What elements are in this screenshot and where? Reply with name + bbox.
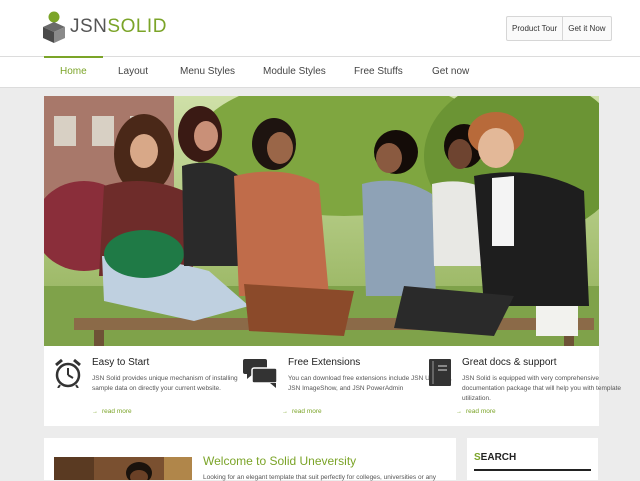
nav-item-menu-styles[interactable]: Menu Styles [180, 57, 235, 87]
nav-item-layout[interactable]: Layout [118, 57, 148, 87]
nav-item-module-styles[interactable]: Module Styles [263, 57, 326, 87]
feature-desc: JSN Solid provides unique mechanism of i… [92, 375, 238, 392]
get-it-now-button[interactable]: Get it Now [562, 17, 610, 40]
speech-bubbles-icon [243, 359, 278, 388]
feature-desc: JSN Solid is equipped with very comprehe… [462, 375, 621, 402]
feature-title: Free Extensions [288, 357, 361, 368]
nav-item-get-now[interactable]: Get now [432, 57, 469, 87]
read-more-link[interactable]: read more [456, 408, 496, 415]
header-button-group: Product Tour Get it Now [506, 16, 612, 41]
read-more-link[interactable]: read more [282, 408, 322, 415]
hero-students-photo [44, 96, 599, 346]
search-module: SEARCH [467, 438, 598, 480]
hero-slideshow[interactable] [44, 96, 599, 346]
logo-solid: SOLID [107, 16, 167, 37]
alarm-clock-icon [55, 358, 81, 388]
welcome-title: Welcome to Solid Uneversity [203, 454, 357, 468]
logo-cube-icon [43, 11, 65, 43]
search-heading-rest: EARCH [480, 452, 517, 463]
search-heading-first-letter: S [474, 452, 481, 463]
book-icon [429, 359, 451, 386]
nav-item-home[interactable]: Home [44, 56, 103, 87]
campus-photo [54, 457, 192, 480]
search-divider [474, 469, 591, 471]
logo-wordmark: JSNSOLID [70, 16, 167, 38]
search-heading: SEARCH [474, 452, 516, 463]
feature-title: Easy to Start [92, 357, 150, 368]
welcome-panel: Welcome to Solid Uneversity Looking for … [44, 438, 456, 481]
features-panel: Easy to Start JSN Solid provides unique … [44, 346, 621, 426]
main-nav: Home Layout Menu Styles Module Styles Fr… [0, 56, 640, 88]
read-more-link[interactable]: read more [92, 408, 132, 415]
product-tour-button[interactable]: Product Tour [507, 17, 562, 40]
welcome-image [54, 457, 192, 480]
logo-jsn: JSN [70, 16, 108, 37]
site-logo[interactable]: JSNSOLID [42, 11, 167, 43]
feature-title: Great docs & support [462, 357, 557, 368]
site-header: JSNSOLID Product Tour Get it Now [0, 0, 640, 56]
nav-item-free-stuffs[interactable]: Free Stuffs [354, 57, 403, 87]
